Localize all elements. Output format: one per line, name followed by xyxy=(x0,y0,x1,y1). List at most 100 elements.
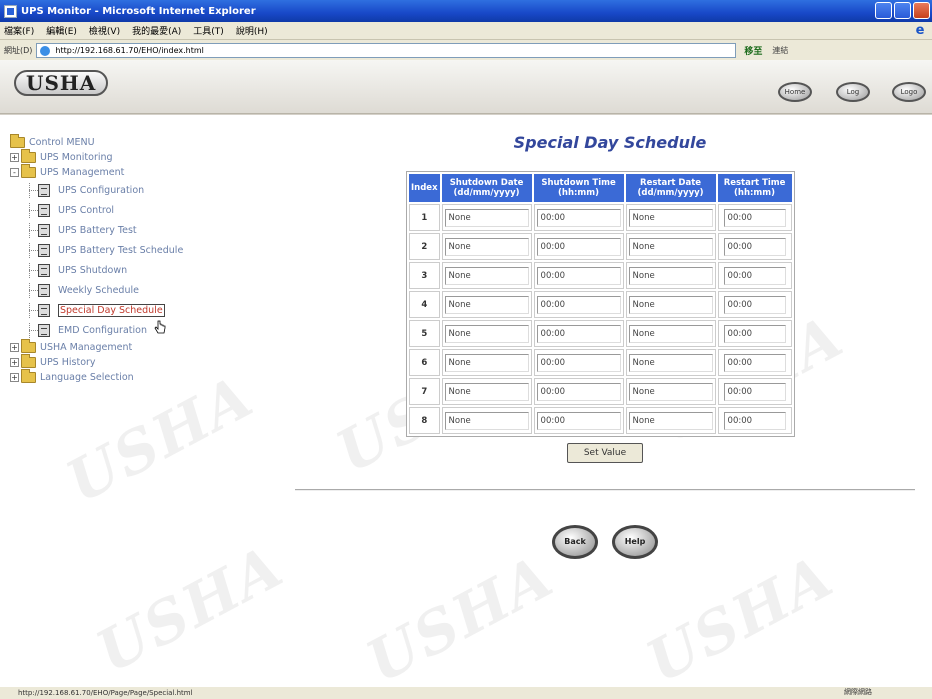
tree-item-weekly-schedule[interactable]: Weekly Schedule xyxy=(10,280,183,300)
column-header-restart-date: Restart Date (dd/mm/yyyy) xyxy=(625,174,716,202)
shutdown-date-input[interactable]: None xyxy=(444,295,529,314)
row-index-cell: 7 xyxy=(409,378,440,405)
tree-item-ups-battery-test-schedule[interactable]: UPS Battery Test Schedule xyxy=(10,240,183,260)
links-label[interactable]: 連結 xyxy=(772,45,788,56)
tree-item-ups-monitoring[interactable]: + UPS Monitoring xyxy=(10,149,183,165)
restart-date-input[interactable]: None xyxy=(628,295,713,314)
tree-root-label: Control MENU xyxy=(29,137,95,148)
shutdown-time-input[interactable]: 00:00 xyxy=(536,382,621,401)
tree-item-ups-battery-test[interactable]: UPS Battery Test xyxy=(10,220,183,240)
table-header-row: Index Shutdown Date (dd/mm/yyyy) Shutdow… xyxy=(409,174,792,202)
folder-icon xyxy=(21,339,36,353)
restart-time-input[interactable]: 00:00 xyxy=(723,353,786,372)
folder-icon xyxy=(10,134,25,148)
restart-time-input[interactable]: 00:00 xyxy=(723,266,786,285)
shutdown-date-input[interactable]: None xyxy=(444,237,529,256)
collapse-icon[interactable]: - xyxy=(10,168,19,177)
shutdown-date-input[interactable]: None xyxy=(444,411,529,430)
table-row: 5 None 00:00 None 00:00 xyxy=(409,320,792,347)
maximize-button[interactable] xyxy=(894,2,911,19)
watermark: USHA xyxy=(85,531,295,687)
restart-date-input[interactable]: None xyxy=(628,208,713,227)
address-bar: 網址(D) http://192.168.61.70/EHO/index.htm… xyxy=(0,40,932,60)
page-title: Special Day Schedule xyxy=(513,133,707,152)
page-icon xyxy=(38,243,50,257)
tree-item-ups-control[interactable]: UPS Control xyxy=(10,200,183,220)
shutdown-time-input[interactable]: 00:00 xyxy=(536,237,621,256)
help-button[interactable]: Help xyxy=(612,525,658,559)
menu-favorites[interactable]: 我的最愛(A) xyxy=(132,24,181,37)
logout-button[interactable]: Logo xyxy=(892,82,926,102)
back-button[interactable]: Back xyxy=(552,525,598,559)
windows-logo-icon: e xyxy=(915,23,925,38)
restart-time-input[interactable]: 00:00 xyxy=(723,208,786,227)
home-button[interactable]: Home xyxy=(778,82,812,102)
restart-date-input[interactable]: None xyxy=(628,266,713,285)
menu-file[interactable]: 檔案(F) xyxy=(4,24,34,37)
restart-time-input[interactable]: 00:00 xyxy=(723,324,786,343)
shutdown-time-input[interactable]: 00:00 xyxy=(536,295,621,314)
expand-icon[interactable]: + xyxy=(10,343,19,352)
restart-date-input[interactable]: None xyxy=(628,382,713,401)
page-icon xyxy=(38,303,50,317)
shutdown-date-input[interactable]: None xyxy=(444,208,529,227)
shutdown-date-input[interactable]: None xyxy=(444,266,529,285)
tree-item-ups-configuration[interactable]: UPS Configuration xyxy=(10,180,183,200)
watermark: USHA xyxy=(635,541,845,697)
minimize-button[interactable] xyxy=(875,2,892,19)
page-header: USHA Home Log Logo xyxy=(0,60,932,114)
tree-root[interactable]: Control MENU xyxy=(10,134,183,150)
tree-item-ups-history[interactable]: + UPS History xyxy=(10,354,183,370)
tree-item-ups-management[interactable]: - UPS Management xyxy=(10,164,183,180)
expand-icon[interactable]: + xyxy=(10,373,19,382)
tree-item-language-selection[interactable]: + Language Selection xyxy=(10,369,183,385)
log-button[interactable]: Log xyxy=(836,82,870,102)
restart-time-input[interactable]: 00:00 xyxy=(723,411,786,430)
tree-item-usha-management[interactable]: + USHA Management xyxy=(10,339,183,355)
folder-icon xyxy=(21,354,36,368)
address-input[interactable]: http://192.168.61.70/EHO/index.html xyxy=(36,42,737,58)
table-row: 7 None 00:00 None 00:00 xyxy=(409,378,792,405)
restart-date-input[interactable]: None xyxy=(628,237,713,256)
shutdown-time-input[interactable]: 00:00 xyxy=(536,266,621,285)
restart-date-input[interactable]: None xyxy=(628,353,713,372)
window-title: UPS Monitor - Microsoft Internet Explore… xyxy=(21,5,256,17)
close-button[interactable] xyxy=(913,2,930,19)
status-zone: 網際網路 xyxy=(844,688,872,696)
go-button[interactable]: 移至 xyxy=(744,44,762,57)
menu-tools[interactable]: 工具(T) xyxy=(193,24,224,37)
folder-icon xyxy=(21,164,36,178)
content-area: USHA USHA USHA USHA USHA USHA Control ME… xyxy=(0,115,932,696)
restart-date-input[interactable]: None xyxy=(628,411,713,430)
restart-time-input[interactable]: 00:00 xyxy=(723,237,786,256)
set-value-button[interactable]: Set Value xyxy=(567,443,643,463)
row-index-cell: 4 xyxy=(409,291,440,318)
restart-time-input[interactable]: 00:00 xyxy=(723,382,786,401)
shutdown-date-input[interactable]: None xyxy=(444,324,529,343)
restart-date-input[interactable]: None xyxy=(628,324,713,343)
menu-help[interactable]: 說明(H) xyxy=(236,24,268,37)
column-header-index: Index xyxy=(409,174,440,202)
table-row: 2 None 00:00 None 00:00 xyxy=(409,233,792,260)
column-header-restart-time: Restart Time (hh:mm) xyxy=(717,174,792,202)
shutdown-date-input[interactable]: None xyxy=(444,353,529,372)
tree-item-ups-shutdown[interactable]: UPS Shutdown xyxy=(10,260,183,280)
expand-icon[interactable]: + xyxy=(10,358,19,367)
special-day-schedule-table: Index Shutdown Date (dd/mm/yyyy) Shutdow… xyxy=(406,171,795,437)
usha-logo: USHA xyxy=(14,70,109,96)
shutdown-time-input[interactable]: 00:00 xyxy=(536,208,621,227)
restart-time-input[interactable]: 00:00 xyxy=(723,295,786,314)
shutdown-time-input[interactable]: 00:00 xyxy=(536,353,621,372)
page-icon xyxy=(38,283,50,297)
row-index-cell: 6 xyxy=(409,349,440,376)
shutdown-time-input[interactable]: 00:00 xyxy=(536,411,621,430)
menu-edit[interactable]: 編輯(E) xyxy=(46,24,77,37)
expand-icon[interactable]: + xyxy=(10,153,19,162)
shutdown-time-input[interactable]: 00:00 xyxy=(536,324,621,343)
page-icon xyxy=(38,183,50,197)
tree-item-special-day-schedule[interactable]: Special Day Schedule xyxy=(10,300,183,320)
shutdown-date-input[interactable]: None xyxy=(444,382,529,401)
menu-view[interactable]: 檢視(V) xyxy=(89,24,120,37)
address-label: 網址(D) xyxy=(4,45,33,55)
row-index-cell: 1 xyxy=(409,204,440,231)
